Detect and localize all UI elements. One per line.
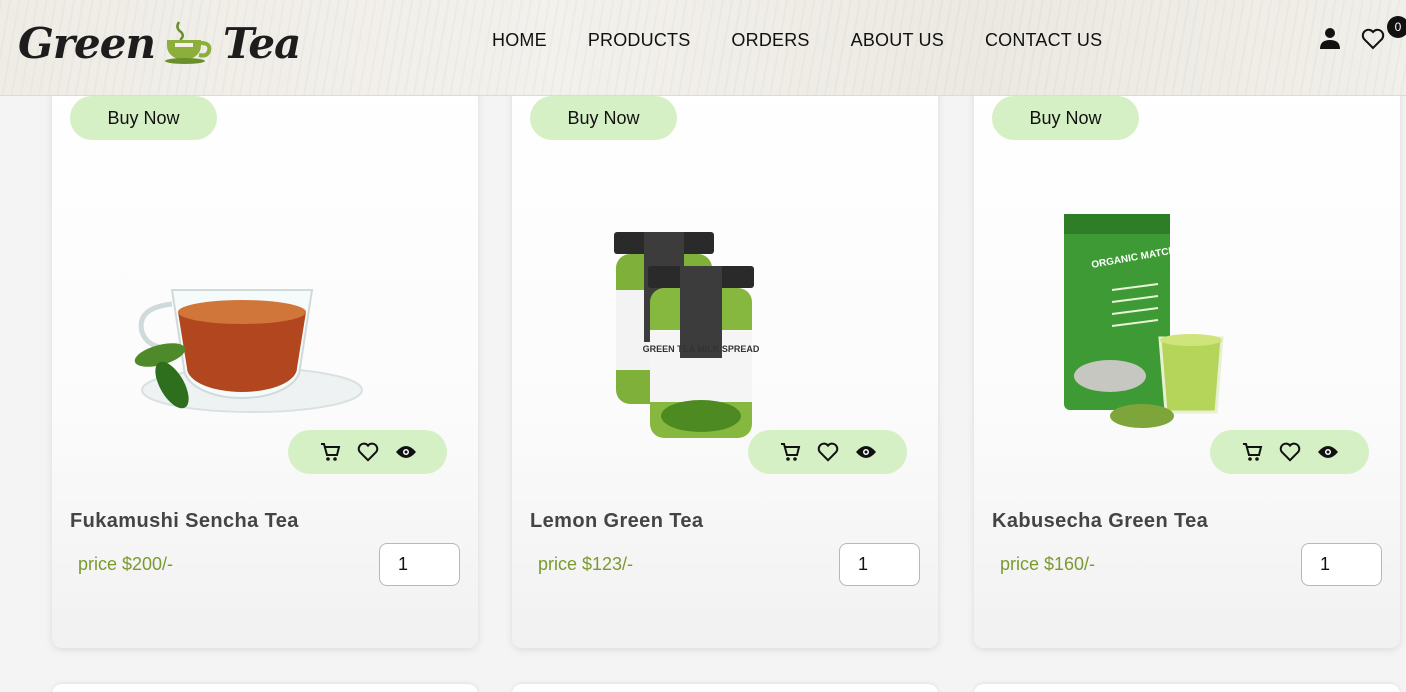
cup-logo-icon — [161, 16, 217, 71]
product-name: Fukamushi Sencha Tea — [70, 510, 299, 532]
nav-orders[interactable]: ORDERS — [731, 30, 809, 51]
eye-icon[interactable] — [394, 440, 418, 464]
nav-contact-us[interactable]: CONTACT US — [985, 30, 1102, 51]
cart-icon[interactable] — [778, 440, 802, 464]
nav-products[interactable]: PRODUCTS — [588, 30, 691, 51]
site-header: Green Tea HOME PRODUCTS ORDERS ABOUT US … — [0, 0, 1406, 96]
buy-now-button[interactable]: Buy Now — [530, 96, 677, 140]
tea-cup-image — [112, 180, 412, 440]
product-price: price $200/- — [78, 554, 174, 574]
product-card: Buy Now Fukamushi Sencha Tea price $200/… — [52, 70, 478, 648]
eye-icon[interactable] — [854, 440, 878, 464]
buy-now-button[interactable]: Buy Now — [992, 96, 1139, 140]
matcha-pouch-image: ORGANIC MATCHA — [1034, 180, 1334, 440]
buy-now-button[interactable]: Buy Now — [70, 96, 217, 140]
product-price: price $160/- — [1000, 554, 1096, 574]
product-actions — [1210, 430, 1369, 474]
product-card: Buy Now GREEN TEA MILK SPREAD Lemon Gree… — [512, 70, 938, 648]
product-card-next-row — [512, 684, 938, 692]
product-card-next-row — [974, 684, 1400, 692]
heart-icon[interactable] — [356, 440, 380, 464]
main-nav: HOME PRODUCTS ORDERS ABOUT US CONTACT US — [492, 30, 1143, 51]
logo-text-left: Green — [18, 18, 156, 68]
product-actions — [748, 430, 907, 474]
product-name: Lemon Green Tea — [530, 510, 704, 532]
logo-text-right: Tea — [222, 18, 301, 68]
eye-icon[interactable] — [1316, 440, 1340, 464]
green-tea-spread-jars-image: GREEN TEA MILK SPREAD — [572, 180, 872, 440]
product-actions — [288, 430, 447, 474]
product-price: price $123/- — [538, 554, 634, 574]
quantity-input[interactable] — [1301, 543, 1382, 586]
nav-home[interactable]: HOME — [492, 30, 547, 51]
cart-icon[interactable] — [318, 440, 342, 464]
quantity-input[interactable] — [379, 543, 460, 586]
cart-icon[interactable] — [1240, 440, 1264, 464]
jar-label-text: GREEN TEA MILK SPREAD — [643, 344, 760, 354]
wishlist-heart-icon[interactable] — [1361, 28, 1385, 55]
heart-icon[interactable] — [1278, 440, 1302, 464]
product-card: Buy Now ORGANIC MATCHA Kabusecha Green T… — [974, 70, 1400, 648]
product-card-next-row — [52, 684, 478, 692]
heart-icon[interactable] — [816, 440, 840, 464]
product-name: Kabusecha Green Tea — [992, 510, 1209, 532]
user-icon[interactable] — [1319, 27, 1341, 54]
brand-logo[interactable]: Green Tea — [18, 8, 301, 78]
quantity-input[interactable] — [839, 543, 920, 586]
nav-about-us[interactable]: ABOUT US — [851, 30, 944, 51]
wishlist-count-badge: 0 — [1387, 16, 1406, 38]
